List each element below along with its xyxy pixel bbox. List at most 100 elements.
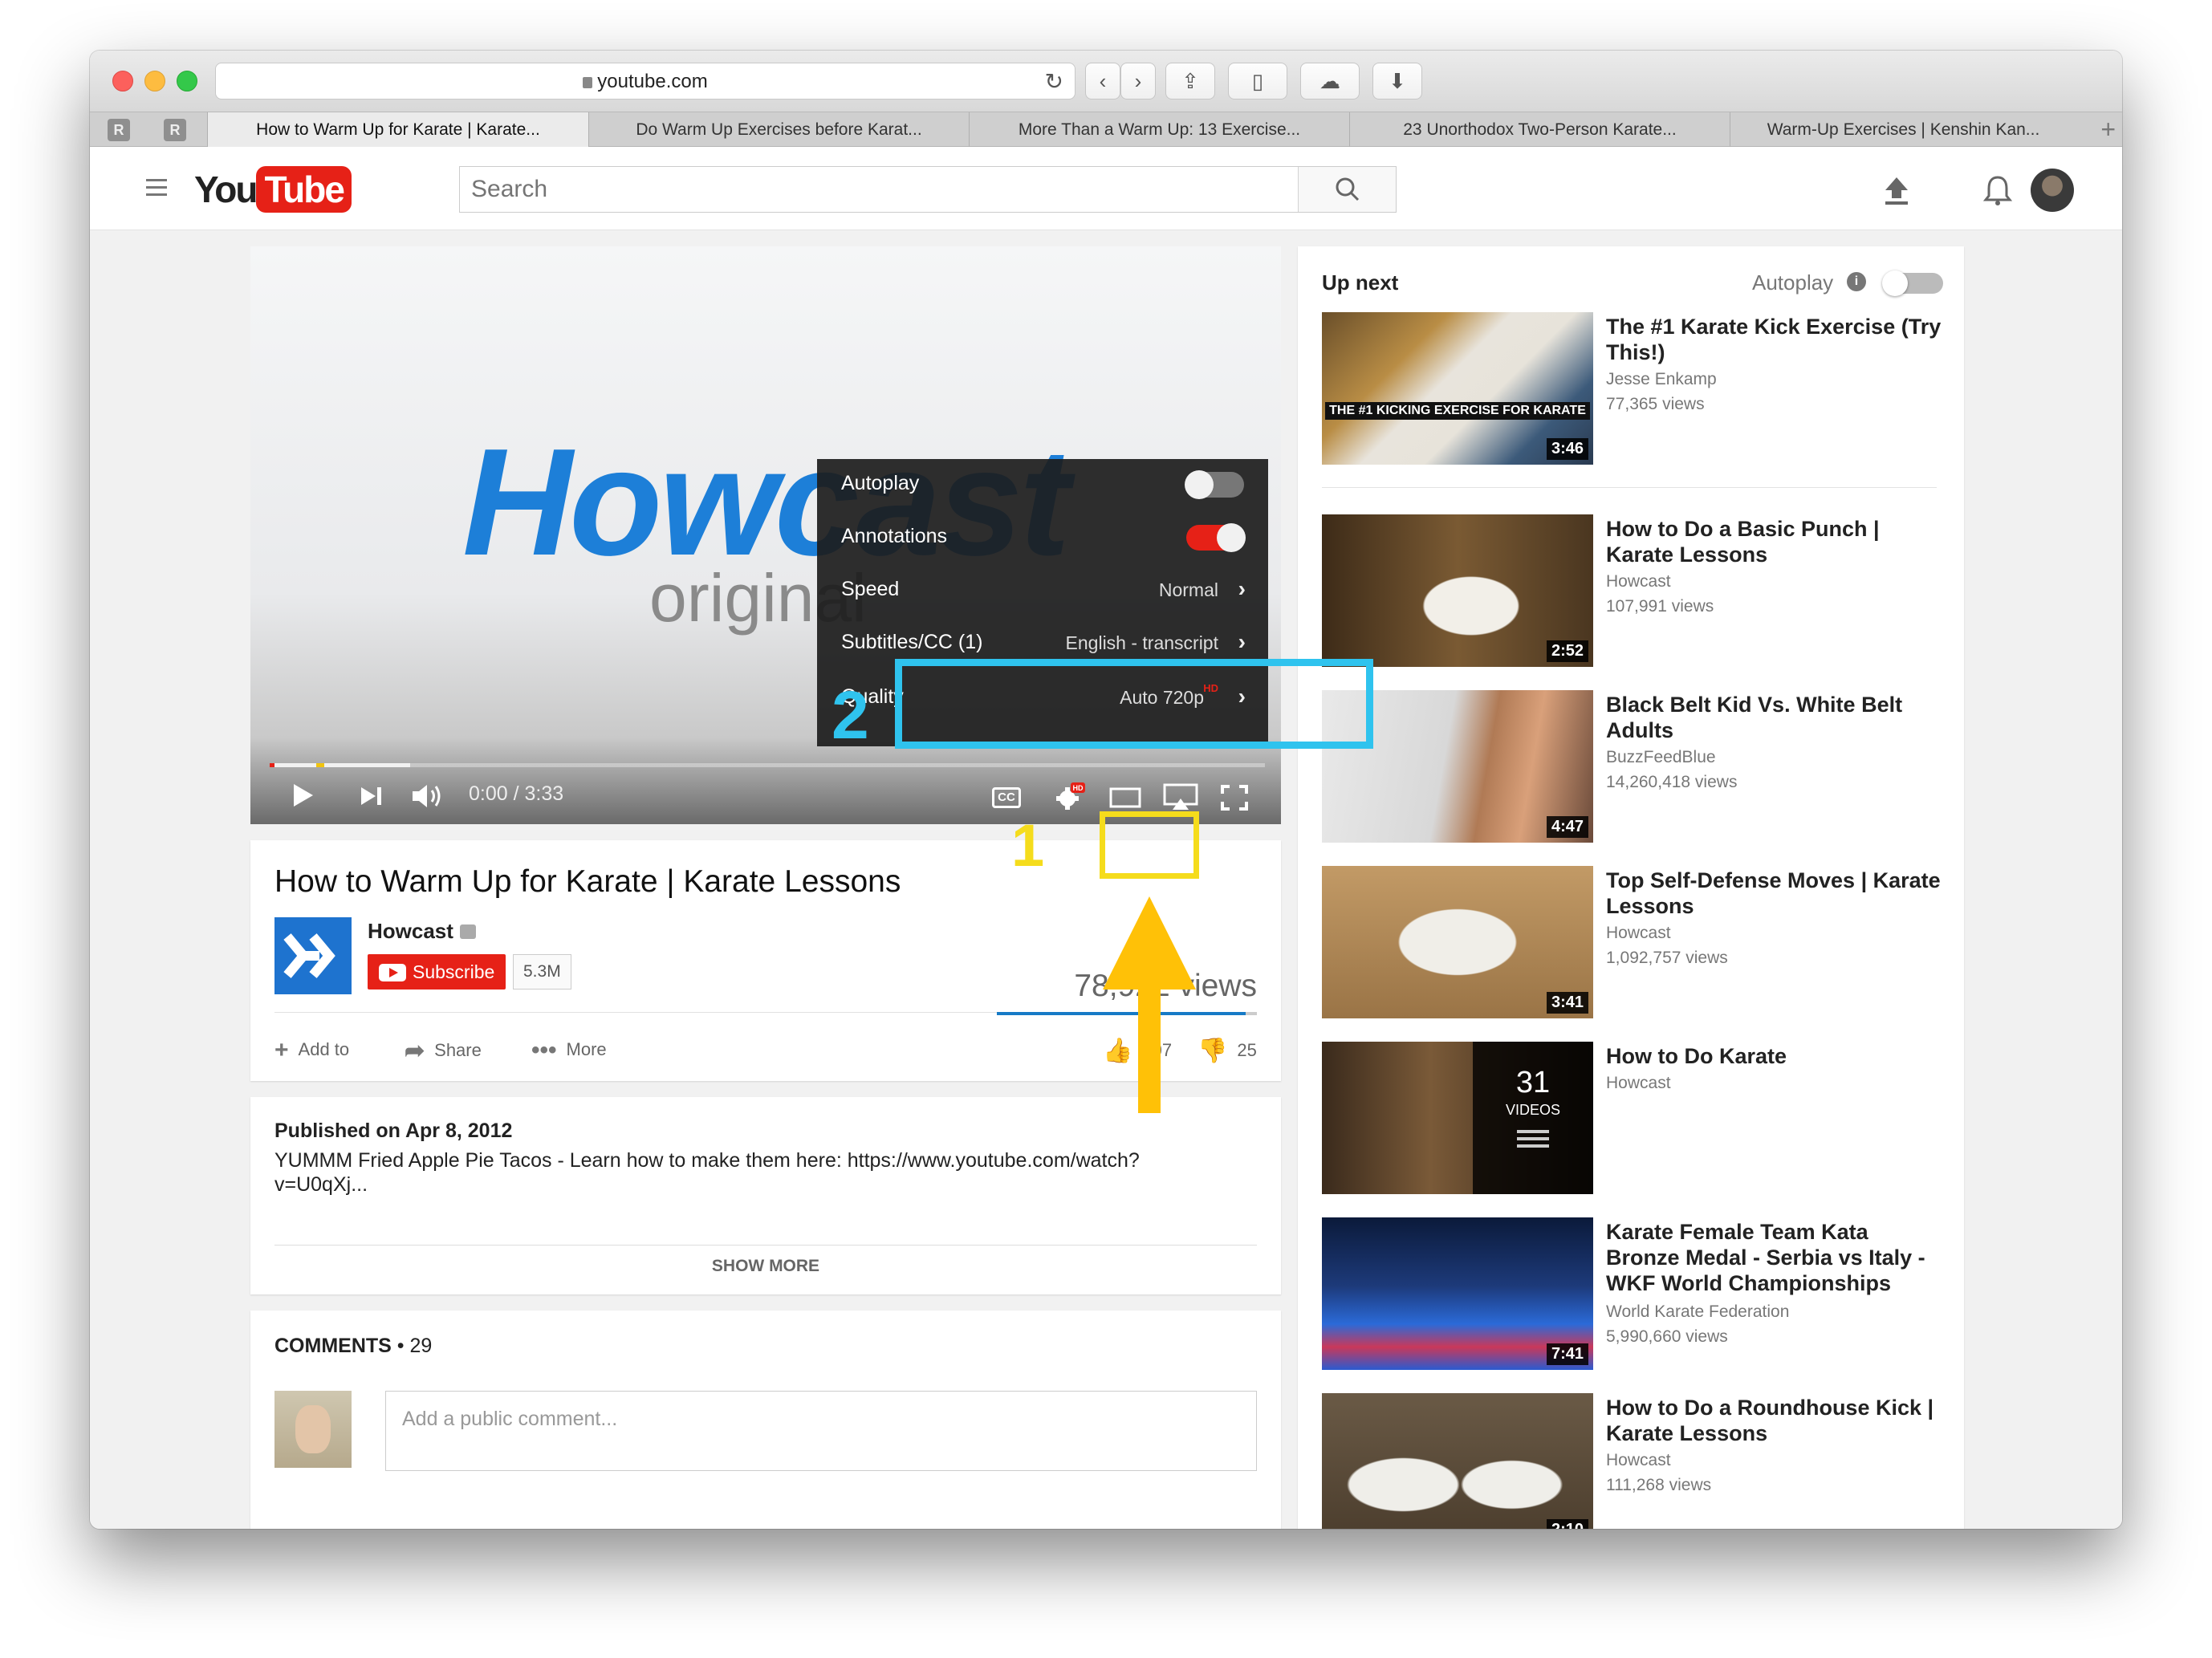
video-duration: 3:46 [1546, 438, 1588, 460]
step1-highlight-box [1100, 811, 1199, 879]
rec-title[interactable]: Black Belt Kid Vs. White Belt Adults [1606, 692, 1943, 743]
rec-channel: BuzzFeedBlue [1606, 748, 1716, 766]
fullscreen-icon[interactable] [1220, 784, 1249, 811]
recommendation-item[interactable]: 3:41 Top Self-Defense Moves | Karate Les… [1322, 866, 1948, 1018]
video-thumbnail[interactable]: 7:41 [1322, 1217, 1593, 1370]
autoplay-switch[interactable] [1882, 270, 1943, 296]
theater-mode-icon[interactable] [1109, 786, 1141, 810]
airplay-icon[interactable] [1162, 782, 1199, 813]
rec-views: 5,990,660 views [1606, 1327, 1728, 1346]
rec-title[interactable]: How to Do a Roundhouse Kick | Karate Les… [1606, 1395, 1943, 1446]
more-label: More [566, 1039, 607, 1059]
comments-count: • 29 [391, 1335, 433, 1357]
next-icon[interactable] [360, 786, 384, 807]
youtube-logo[interactable]: You Tube [194, 166, 352, 214]
settings-gear-icon[interactable]: HD [1053, 781, 1085, 813]
share-button[interactable]: ➦ Share [405, 1037, 482, 1065]
tab-2[interactable]: Do Warm Up Exercises before Karat... [588, 112, 969, 147]
rec-channel: World Karate Federation [1606, 1302, 1790, 1321]
recommendation-item[interactable]: THE #1 KICKING EXERCISE FOR KARATE 3:46 … [1322, 312, 1948, 465]
menu-annotations[interactable]: Annotations [817, 512, 1268, 563]
volume-icon[interactable] [411, 782, 446, 810]
upload-icon[interactable] [1881, 174, 1912, 206]
rec-title[interactable]: How to Do Karate [1606, 1043, 1943, 1069]
pinned-tab-2[interactable]: R [164, 119, 186, 141]
video-duration: 7:41 [1546, 1343, 1588, 1365]
notifications-bell-icon[interactable] [1982, 174, 2013, 206]
progress-bar[interactable] [270, 763, 1265, 767]
up-next-sidebar: Up next Autoplay i THE #1 KICKING EXERCI… [1298, 246, 1964, 1529]
channel-name-wrap[interactable]: Howcast [368, 919, 476, 944]
video-thumbnail[interactable]: 2:10 [1322, 1393, 1593, 1529]
playlist-item[interactable]: 31 VIDEOS How to Do Karate Howcast [1322, 1042, 1948, 1194]
rec-title[interactable]: Top Self-Defense Moves | Karate Lessons [1606, 868, 1943, 919]
add-to-button[interactable]: + Add to [274, 1037, 349, 1064]
recommendation-item[interactable]: 2:10 How to Do a Roundhouse Kick | Karat… [1322, 1393, 1948, 1529]
search-button[interactable] [1298, 167, 1396, 212]
channel-logo[interactable] [274, 917, 352, 994]
arrow-shaft [1138, 988, 1161, 1113]
recommendation-item[interactable]: 2:52 How to Do a Basic Punch | Karate Le… [1322, 514, 1948, 667]
recommendation-item[interactable]: 7:41 Karate Female Team Kata Bronze Meda… [1322, 1217, 1948, 1370]
rec-title[interactable]: How to Do a Basic Punch | Karate Lessons [1606, 516, 1943, 567]
forward-button[interactable]: › [1120, 63, 1156, 100]
menu-subtitles-value: English - transcript [1065, 632, 1218, 653]
captions-button[interactable]: CC [992, 787, 1021, 808]
video-duration: 3:41 [1546, 992, 1588, 1014]
pinned-tab-1[interactable]: R [108, 119, 130, 141]
menu-speed[interactable]: Speed Normal › [817, 565, 1268, 616]
zoom-window-button[interactable] [177, 71, 197, 91]
more-button[interactable]: ••• More [531, 1037, 607, 1064]
progress-played [270, 763, 274, 767]
autoplay-toggle[interactable] [1185, 470, 1244, 499]
tab-active[interactable]: How to Warm Up for Karate | Karate... [207, 112, 588, 147]
youtube-header: You Tube [90, 147, 2122, 230]
menu-icon[interactable] [146, 179, 167, 201]
play-icon[interactable] [291, 782, 315, 808]
annotations-toggle[interactable] [1186, 523, 1246, 552]
icloud-tabs-icon[interactable]: ☁ [1300, 63, 1360, 100]
new-tab-button[interactable]: + [2100, 112, 2116, 147]
logo-tube: Tube [256, 166, 352, 213]
subscribe-label: Subscribe [413, 961, 495, 982]
logo-you: You [194, 169, 258, 210]
playlist-thumbnail[interactable]: 31 VIDEOS [1322, 1042, 1593, 1194]
dislike-button[interactable]: 👎 25 [1197, 1037, 1257, 1065]
menu-autoplay[interactable]: Autoplay [817, 459, 1268, 510]
user-avatar[interactable] [2031, 169, 2074, 212]
info-icon[interactable]: i [1847, 272, 1866, 291]
tab-3[interactable]: More Than a Warm Up: 13 Exercise... [969, 112, 1349, 147]
show-more-button[interactable]: SHOW MORE [274, 1245, 1257, 1276]
subscribe-button[interactable]: Subscribe [368, 954, 506, 990]
tab-5[interactable]: Warm-Up Exercises | Kenshin Kan... [1730, 112, 2076, 147]
channel-name: Howcast [368, 919, 453, 943]
video-thumbnail[interactable]: 2:52 [1322, 514, 1593, 667]
comments-heading: COMMENTS [274, 1335, 392, 1357]
video-duration: 4:47 [1546, 816, 1588, 838]
close-window-button[interactable] [112, 71, 133, 91]
reload-icon[interactable]: ↻ [1045, 68, 1063, 95]
rec-title[interactable]: Karate Female Team Kata Bronze Medal - S… [1606, 1219, 1943, 1296]
arrow-up-icon [1103, 896, 1196, 990]
address-bar[interactable]: youtube.com ↻ [215, 63, 1076, 100]
minimize-window-button[interactable] [144, 71, 165, 91]
comment-input[interactable]: Add a public comment... [385, 1391, 1257, 1471]
sidebar-toggle-icon[interactable]: ▯ [1228, 63, 1287, 100]
downloads-icon[interactable]: ⬇ [1372, 63, 1422, 100]
rec-views: 77,365 views [1606, 395, 1705, 413]
video-thumbnail[interactable]: 3:41 [1322, 866, 1593, 1018]
recommendation-item[interactable]: 4:47 Black Belt Kid Vs. White Belt Adult… [1322, 690, 1948, 843]
browser-toolbar: youtube.com ↻ ‹ › ⇪ ▯ ☁ ⬇ [90, 51, 2122, 112]
tab-bar: R R How to Warm Up for Karate | Karate..… [90, 112, 2122, 147]
share-icon[interactable]: ⇪ [1165, 63, 1215, 100]
back-button[interactable]: ‹ [1085, 63, 1120, 100]
playlist-icon [1517, 1130, 1549, 1148]
rec-title[interactable]: The #1 Karate Kick Exercise (Try This!) [1606, 314, 1943, 365]
plus-icon: + [274, 1037, 289, 1063]
tab-4[interactable]: 23 Unorthodox Two-Person Karate... [1349, 112, 1730, 147]
menu-autoplay-label: Autoplay [841, 472, 920, 494]
comments-card: COMMENTS • 29 Add a public comment... [250, 1311, 1281, 1529]
search-input[interactable] [460, 167, 1299, 212]
video-thumbnail[interactable]: THE #1 KICKING EXERCISE FOR KARATE 3:46 [1322, 312, 1593, 465]
ad-marker [316, 763, 324, 767]
